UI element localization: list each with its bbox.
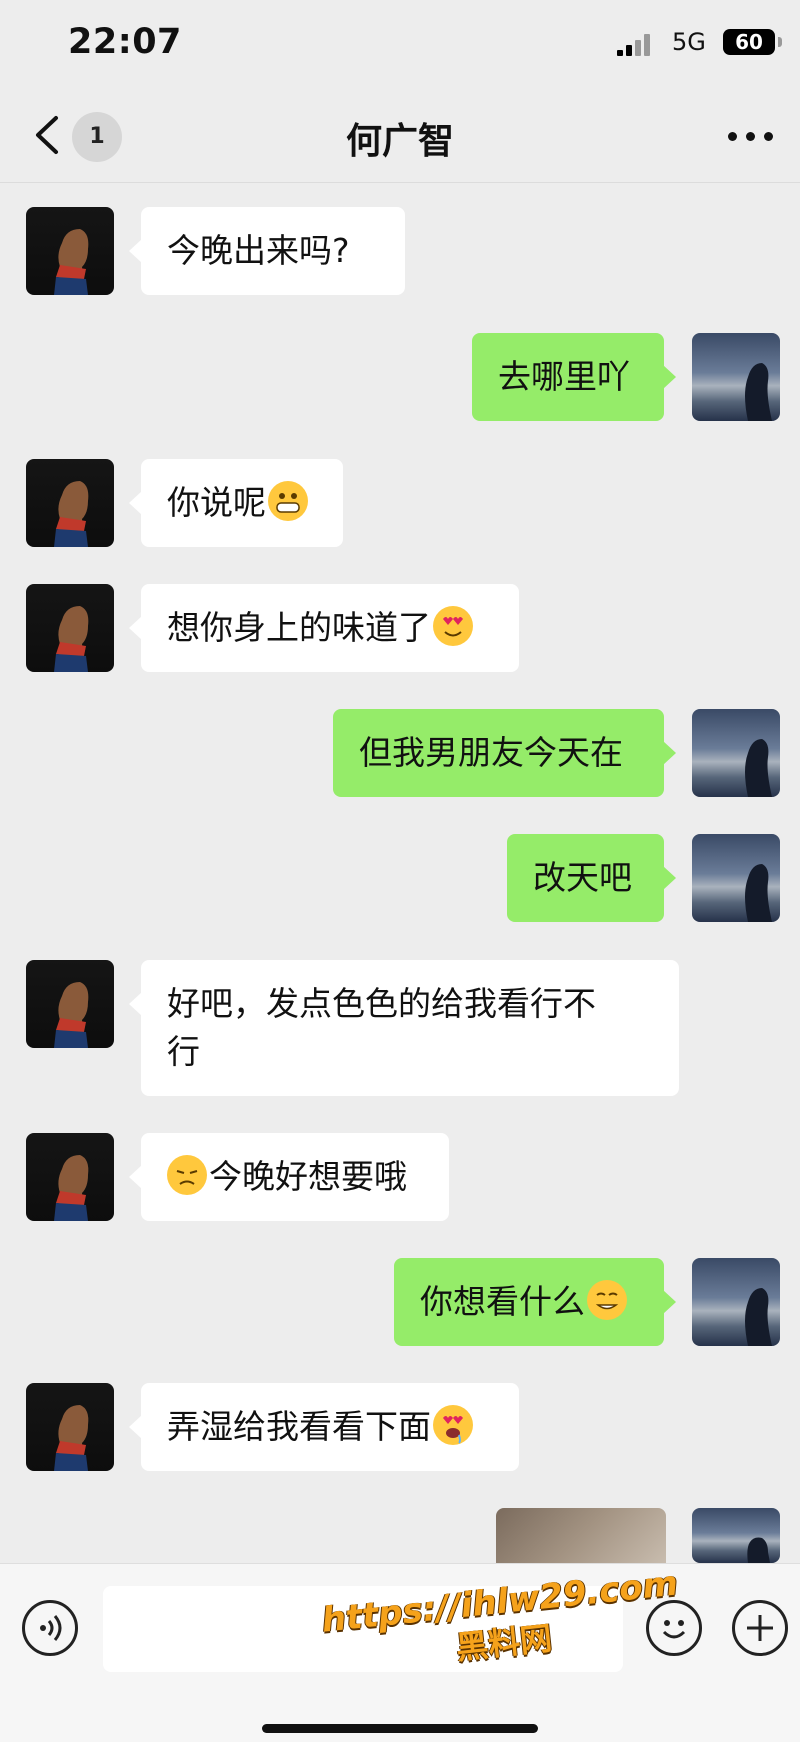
contact-avatar[interactable] — [26, 207, 114, 295]
incoming-message[interactable]: 今晚出来吗? — [129, 207, 405, 295]
outgoing-message[interactable]: 改天吧 — [507, 834, 676, 922]
message-text: 去哪里吖 — [498, 357, 630, 396]
message-text: 你想看什么 — [420, 1282, 585, 1321]
my-avatar[interactable] — [692, 333, 780, 421]
message-text: 好吧，发点色色的给我看行不 行 — [167, 984, 596, 1071]
message-text: 改天吧 — [533, 858, 632, 897]
heart-eyes-emoji-icon — [433, 606, 473, 646]
message-text: 想你身上的味道了 — [167, 608, 431, 647]
smirk-emoji-icon — [587, 1280, 627, 1320]
incoming-message[interactable]: 好吧，发点色色的给我看行不 行 — [129, 960, 679, 1096]
contact-avatar[interactable] — [26, 1383, 114, 1471]
pleading-emoji-icon — [167, 1155, 207, 1195]
contact-avatar-image — [54, 982, 89, 1048]
contact-avatar[interactable] — [26, 584, 114, 672]
plus-icon — [747, 1615, 773, 1641]
image-message[interactable] — [496, 1508, 666, 1563]
voice-icon — [40, 1615, 62, 1641]
chat-header: 1 何广智 — [0, 88, 800, 183]
contact-avatar[interactable] — [26, 1133, 114, 1221]
message-text: 今晚出来吗? — [167, 231, 350, 270]
message-text: 今晚好想要哦 — [209, 1157, 407, 1196]
my-avatar[interactable] — [692, 1508, 780, 1563]
contact-avatar-image — [54, 1405, 89, 1471]
outgoing-message[interactable]: 去哪里吖 — [472, 333, 676, 421]
message-text: 你说呢 — [167, 483, 266, 522]
message-text: 弄湿给我看看下面 — [167, 1407, 431, 1446]
incoming-message[interactable]: 今晚好想要哦 — [129, 1133, 449, 1221]
drooling-heart-eyes-emoji-icon — [433, 1405, 473, 1445]
outgoing-message[interactable]: 但我男朋友今天在 — [333, 709, 676, 797]
signal-icon — [617, 34, 655, 56]
status-bar: 22:07 5G 60 — [0, 0, 800, 88]
chat-title: 何广智 — [345, 121, 454, 162]
contact-avatar-image — [54, 229, 89, 295]
my-avatar-image — [745, 739, 772, 797]
my-avatar-image — [745, 363, 772, 421]
more-options-icon[interactable] — [728, 132, 774, 142]
incoming-message[interactable]: 想你身上的味道了 — [129, 584, 519, 672]
status-time: 22:07 — [68, 22, 182, 62]
battery-tip — [778, 37, 782, 47]
contact-avatar[interactable] — [26, 960, 114, 1048]
outgoing-message[interactable]: 你想看什么 — [394, 1258, 676, 1346]
my-avatar-image — [745, 864, 772, 922]
message-text: 但我男朋友今天在 — [359, 733, 623, 772]
my-avatar-image — [747, 1537, 770, 1563]
contact-avatar-image — [54, 481, 89, 547]
my-avatar[interactable] — [692, 834, 780, 922]
incoming-message[interactable]: 你说呢 — [129, 459, 343, 547]
contact-avatar-image — [54, 606, 89, 672]
my-avatar-image — [745, 1288, 772, 1346]
my-avatar[interactable] — [692, 709, 780, 797]
home-indicator — [262, 1724, 538, 1733]
network-label: 5G — [672, 28, 706, 56]
grinning-emoji-icon — [268, 481, 308, 521]
my-avatar[interactable] — [692, 1258, 780, 1346]
contact-avatar-image — [54, 1155, 89, 1221]
voice-input-button[interactable] — [22, 1600, 78, 1656]
more-actions-button[interactable] — [732, 1600, 788, 1656]
incoming-message[interactable]: 弄湿给我看看下面 — [129, 1383, 519, 1471]
contact-avatar[interactable] — [26, 459, 114, 547]
battery-icon: 60 — [723, 29, 775, 55]
